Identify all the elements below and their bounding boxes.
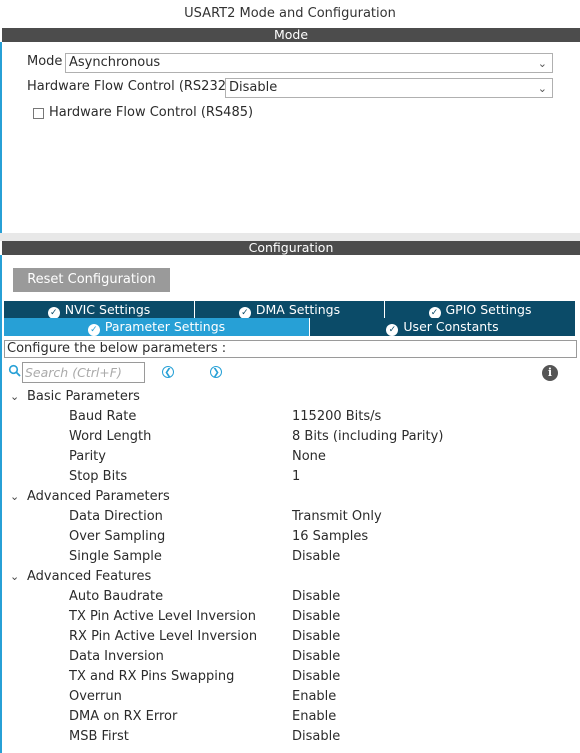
group-basic-parameters[interactable]: ⌄ Basic Parameters [0, 387, 300, 407]
hfc-rs232-value: Disable [229, 80, 278, 95]
hfc-rs232-select[interactable]: Disable ⌄ [225, 78, 553, 98]
param-name: Data Direction [69, 509, 163, 524]
info-icon[interactable]: i [542, 365, 558, 381]
param-value[interactable]: None [292, 447, 326, 467]
chevron-down-icon: ⌄ [10, 490, 20, 503]
param-row-tx-pin-inversion[interactable]: TX Pin Active Level Inversion Disable [0, 607, 580, 627]
chevron-down-icon: ⌄ [537, 82, 547, 95]
chevron-right-icon[interactable]: ❯ [210, 366, 222, 378]
hfc-rs232-label: Hardware Flow Control (RS232) [27, 79, 232, 94]
param-row-data-inversion[interactable]: Data Inversion Disable [0, 647, 580, 667]
search-input[interactable]: Search (Ctrl+F) [22, 362, 145, 383]
param-row-msb-first[interactable]: MSB First Disable [0, 727, 580, 747]
param-value[interactable]: Disable [292, 667, 340, 687]
param-name: Over Sampling [69, 529, 166, 544]
param-name: DMA on RX Error [69, 709, 178, 724]
param-value[interactable]: Disable [292, 727, 340, 747]
search-icon[interactable] [8, 364, 22, 378]
param-name: Overrun [69, 689, 122, 704]
reset-configuration-button[interactable]: Reset Configuration [13, 268, 170, 292]
check-circle-icon: ✓ [87, 324, 100, 336]
mode-select-value: Asynchronous [69, 55, 161, 70]
group-advanced-features[interactable]: ⌄ Advanced Features [0, 567, 300, 587]
param-name: Auto Baudrate [69, 589, 164, 604]
param-row-dma-on-rx-error[interactable]: DMA on RX Error Enable [0, 707, 580, 727]
param-name: TX Pin Active Level Inversion [69, 609, 256, 624]
param-name: RX Pin Active Level Inversion [69, 629, 258, 644]
tab-user-constants[interactable]: ✓ User Constants [310, 318, 575, 336]
param-value[interactable]: Disable [292, 587, 340, 607]
param-value[interactable]: 8 Bits (including Parity) [292, 427, 443, 447]
param-row-word-length[interactable]: Word Length 8 Bits (including Parity) [0, 427, 580, 447]
param-row-over-sampling[interactable]: Over Sampling 16 Samples [0, 527, 580, 547]
tab-nvic-settings[interactable]: ✓ NVIC Settings [4, 301, 195, 319]
param-value[interactable]: Disable [292, 607, 340, 627]
param-value[interactable]: Disable [292, 547, 340, 567]
chevron-down-icon: ⌄ [537, 57, 547, 70]
tab-label: NVIC Settings [64, 302, 151, 317]
param-value[interactable]: Disable [292, 627, 340, 647]
tab-label: DMA Settings [255, 302, 341, 317]
tab-label: GPIO Settings [445, 302, 532, 317]
window-title: USART2 Mode and Configuration [0, 0, 580, 28]
param-name: Single Sample [69, 549, 162, 564]
group-advanced-parameters[interactable]: ⌄ Advanced Parameters [0, 487, 300, 507]
check-circle-icon: ✓ [386, 324, 399, 336]
mode-label: Mode [27, 54, 63, 69]
param-value[interactable]: Disable [292, 647, 340, 667]
mode-panel: Mode Asynchronous ⌄ Hardware Flow Contro… [0, 42, 580, 233]
configuration-section-header: Configuration [2, 241, 580, 255]
param-name: Baud Rate [69, 409, 137, 424]
param-row-single-sample[interactable]: Single Sample Disable [0, 547, 580, 567]
tab-dma-settings[interactable]: ✓ DMA Settings [195, 301, 385, 319]
param-name: Data Inversion [69, 649, 164, 664]
param-name: Stop Bits [69, 469, 128, 484]
param-value[interactable]: 1 [292, 467, 300, 487]
param-name: TX and RX Pins Swapping [69, 669, 235, 684]
parameters-description: Configure the below parameters : [4, 340, 577, 358]
param-row-data-direction[interactable]: Data Direction Transmit Only [0, 507, 580, 527]
hfc-rs485-label: Hardware Flow Control (RS485) [49, 105, 254, 120]
group-label: Advanced Parameters [27, 489, 170, 504]
param-row-auto-baudrate[interactable]: Auto Baudrate Disable [0, 587, 580, 607]
chevron-down-icon: ⌄ [10, 390, 20, 403]
param-name: Word Length [69, 429, 152, 444]
param-row-stop-bits[interactable]: Stop Bits 1 [0, 467, 580, 487]
chevron-left-icon[interactable]: ❮ [162, 366, 174, 378]
param-row-rx-pin-inversion[interactable]: RX Pin Active Level Inversion Disable [0, 627, 580, 647]
param-row-baud-rate[interactable]: Baud Rate 115200 Bits/s [0, 407, 580, 427]
param-row-parity[interactable]: Parity None [0, 447, 580, 467]
tab-parameter-settings[interactable]: ✓ Parameter Settings [4, 318, 310, 336]
group-label: Basic Parameters [27, 389, 140, 404]
param-row-pins-swapping[interactable]: TX and RX Pins Swapping Disable [0, 667, 580, 687]
group-label: Advanced Features [27, 569, 152, 584]
mode-section-header: Mode [2, 28, 580, 42]
param-value[interactable]: 115200 Bits/s [292, 407, 381, 427]
param-name: Parity [69, 449, 106, 464]
tab-gpio-settings[interactable]: ✓ GPIO Settings [385, 301, 575, 319]
param-name: MSB First [69, 729, 129, 744]
param-value[interactable]: 16 Samples [292, 527, 368, 547]
hfc-rs485-checkbox[interactable] [33, 108, 44, 119]
param-value[interactable]: Enable [292, 687, 336, 707]
param-value[interactable]: Enable [292, 707, 336, 727]
tab-label: Parameter Settings [104, 319, 226, 334]
mode-select[interactable]: Asynchronous ⌄ [65, 53, 553, 73]
param-row-overrun[interactable]: Overrun Enable [0, 687, 580, 707]
param-value[interactable]: Transmit Only [292, 507, 382, 527]
chevron-down-icon: ⌄ [10, 570, 20, 583]
tab-label: User Constants [403, 319, 499, 334]
